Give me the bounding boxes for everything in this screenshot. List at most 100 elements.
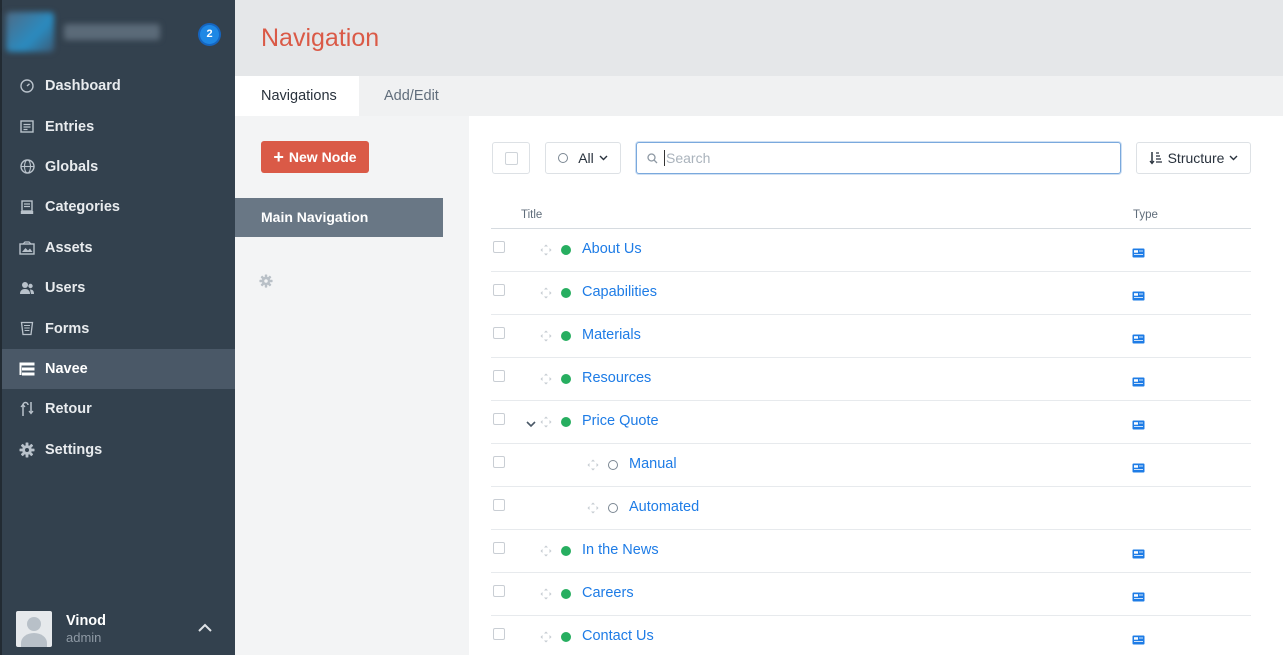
- column-header-title[interactable]: Title: [521, 209, 542, 221]
- categories-icon: [18, 198, 36, 216]
- assets-icon: [18, 239, 36, 257]
- gear-icon: [18, 441, 36, 459]
- sidebar-item-users[interactable]: Users: [2, 268, 235, 308]
- sidebar: 2 Dashboard Entries Globals Categories A…: [0, 0, 235, 655]
- tab-add-edit[interactable]: Add/Edit: [384, 76, 439, 116]
- entry-type-icon[interactable]: [1132, 460, 1145, 476]
- node-title-link[interactable]: Manual: [629, 456, 677, 472]
- sidebar-item-retour[interactable]: Retour: [2, 389, 235, 429]
- table-row[interactable]: Automated: [491, 487, 1251, 530]
- user-menu[interactable]: Vinod admin: [2, 603, 235, 655]
- avatar: [16, 611, 52, 647]
- drag-handle-icon[interactable]: [540, 243, 552, 259]
- sidebar-item-label: Assets: [45, 239, 93, 256]
- sidebar-item-navee[interactable]: Navee: [2, 348, 235, 390]
- table-row[interactable]: Materials: [491, 315, 1251, 358]
- entry-type-icon[interactable]: [1132, 288, 1145, 304]
- drag-handle-icon[interactable]: [587, 501, 599, 517]
- sidebar-item-entries[interactable]: Entries: [2, 106, 235, 146]
- column-header-type[interactable]: Type: [1133, 209, 1158, 221]
- sidebar-item-globals[interactable]: Globals: [2, 147, 235, 187]
- node-title-link[interactable]: Automated: [629, 499, 699, 515]
- table-row[interactable]: Contact Us: [491, 616, 1251, 655]
- row-checkbox[interactable]: [493, 456, 505, 468]
- user-name: Vinod: [66, 613, 107, 629]
- entry-type-icon[interactable]: [1132, 374, 1145, 390]
- drag-handle-icon[interactable]: [540, 286, 552, 302]
- table-row[interactable]: Capabilities: [491, 272, 1251, 315]
- table-row[interactable]: Careers: [491, 573, 1251, 616]
- node-title-link[interactable]: Materials: [582, 327, 641, 343]
- navigation-item-main[interactable]: Main Navigation: [235, 198, 443, 237]
- sort-button[interactable]: Structure: [1136, 142, 1251, 174]
- chevron-down-icon[interactable]: [526, 415, 536, 431]
- drag-handle-icon[interactable]: [540, 372, 552, 388]
- table-row[interactable]: About Us: [491, 229, 1251, 272]
- sidebar-item-dashboard[interactable]: Dashboard: [2, 66, 235, 106]
- sidebar-item-settings[interactable]: Settings: [2, 430, 235, 470]
- status-filter-label: All: [578, 150, 594, 166]
- node-title-link[interactable]: Capabilities: [582, 284, 657, 300]
- search-input[interactable]: [664, 150, 1104, 166]
- sidebar-item-label: Forms: [45, 320, 90, 337]
- status-dot: [561, 245, 571, 255]
- table-row[interactable]: Manual: [491, 444, 1251, 487]
- node-title-link[interactable]: About Us: [582, 241, 642, 257]
- search-box[interactable]: [636, 142, 1121, 174]
- site-logo[interactable]: [6, 12, 54, 52]
- navigation-list-panel: + New Node Main Navigation: [235, 116, 469, 655]
- tab-navigations[interactable]: Navigations: [235, 76, 359, 116]
- drag-handle-icon[interactable]: [540, 630, 552, 646]
- dashboard-icon: [18, 77, 36, 95]
- entry-type-icon[interactable]: [1132, 417, 1145, 433]
- row-checkbox[interactable]: [493, 413, 505, 425]
- entry-type-icon[interactable]: [1132, 245, 1145, 261]
- status-filter-button[interactable]: All: [545, 142, 621, 174]
- drag-handle-icon[interactable]: [540, 587, 552, 603]
- status-dot: [561, 331, 571, 341]
- entry-type-icon[interactable]: [1132, 632, 1145, 648]
- row-checkbox[interactable]: [493, 370, 505, 382]
- node-title-link[interactable]: Contact Us: [582, 628, 654, 644]
- sidebar-item-assets[interactable]: Assets: [2, 228, 235, 268]
- row-checkbox[interactable]: [493, 327, 505, 339]
- entry-type-icon[interactable]: [1132, 589, 1145, 605]
- status-dot: [608, 503, 618, 513]
- row-checkbox[interactable]: [493, 542, 505, 554]
- node-title-link[interactable]: In the News: [582, 542, 659, 558]
- notification-badge[interactable]: 2: [200, 25, 219, 44]
- entry-type-icon[interactable]: [1132, 546, 1145, 562]
- site-name[interactable]: [64, 24, 160, 40]
- drag-handle-icon[interactable]: [540, 544, 552, 560]
- drag-handle-icon[interactable]: [587, 458, 599, 474]
- node-title-link[interactable]: Resources: [582, 370, 651, 386]
- page-title: Navigation: [261, 24, 380, 52]
- sidebar-item-label: Globals: [45, 158, 99, 175]
- new-node-label: New Node: [288, 149, 357, 165]
- status-dot: [561, 589, 571, 599]
- table-row[interactable]: Price Quote: [491, 401, 1251, 444]
- drag-handle-icon[interactable]: [540, 329, 552, 345]
- row-checkbox[interactable]: [493, 585, 505, 597]
- row-checkbox[interactable]: [493, 241, 505, 253]
- node-title-link[interactable]: Careers: [582, 585, 634, 601]
- status-dot: [561, 632, 571, 642]
- chevron-down-icon: [1229, 155, 1238, 161]
- node-title-link[interactable]: Price Quote: [582, 413, 659, 429]
- row-checkbox[interactable]: [493, 499, 505, 511]
- gear-icon[interactable]: [259, 274, 273, 291]
- nodes-panel: All Structure Title Type About Us Capabil…: [469, 116, 1283, 655]
- sidebar-item-forms[interactable]: Forms: [2, 308, 235, 348]
- drag-handle-icon[interactable]: [540, 415, 552, 431]
- chevron-up-icon[interactable]: [197, 620, 213, 636]
- table-row[interactable]: Resources: [491, 358, 1251, 401]
- navee-icon: [18, 360, 36, 378]
- row-checkbox[interactable]: [493, 284, 505, 296]
- sidebar-header: 2: [2, 0, 235, 66]
- sidebar-item-categories[interactable]: Categories: [2, 187, 235, 227]
- table-row[interactable]: In the News: [491, 530, 1251, 573]
- select-all-checkbox[interactable]: [492, 142, 530, 174]
- new-node-button[interactable]: + New Node: [261, 141, 369, 173]
- entry-type-icon[interactable]: [1132, 331, 1145, 347]
- row-checkbox[interactable]: [493, 628, 505, 640]
